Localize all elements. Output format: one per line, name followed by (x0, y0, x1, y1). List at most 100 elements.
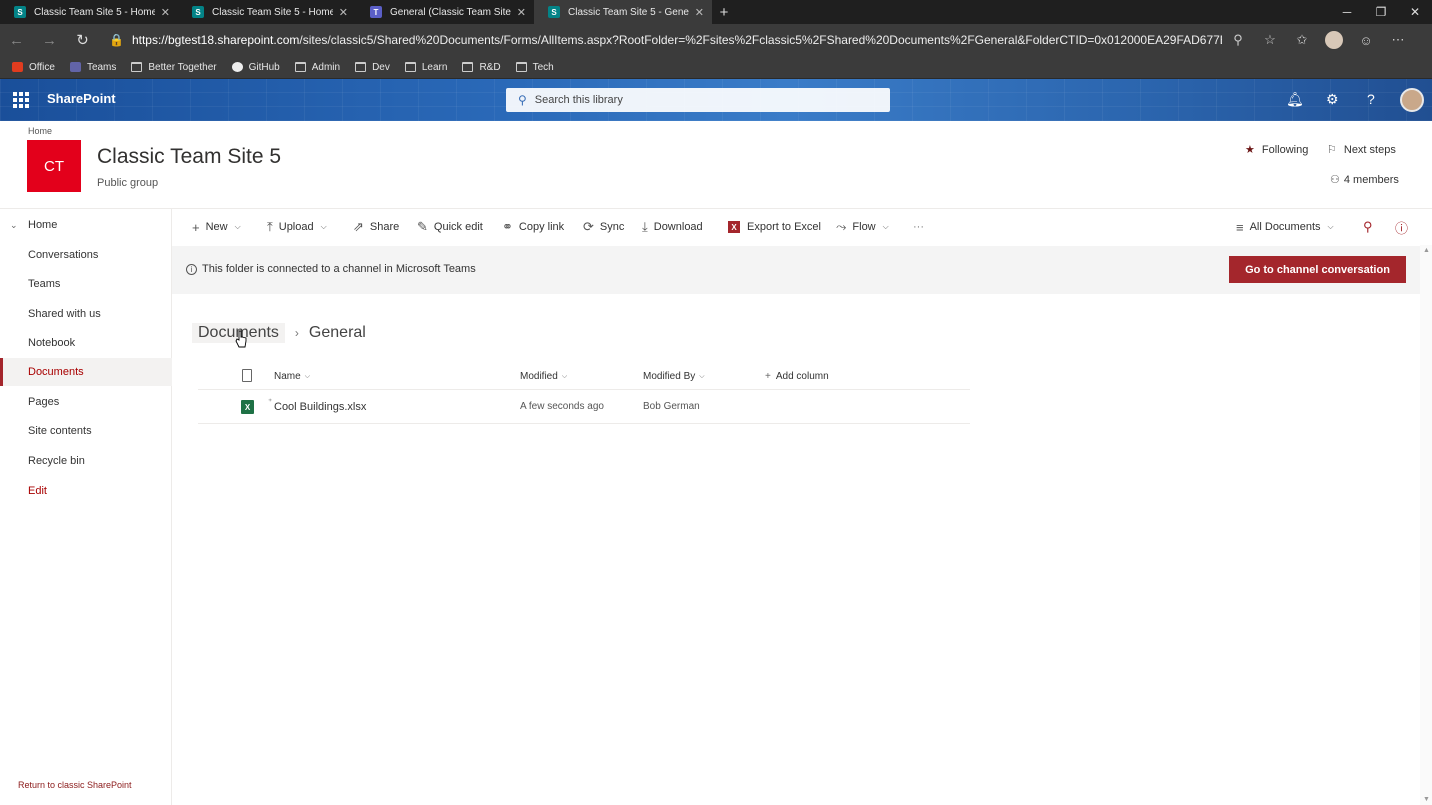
feedback-icon[interactable]: ☺ (1350, 33, 1382, 48)
favorite-star-icon[interactable]: ☆ (1254, 32, 1286, 48)
forward-icon[interactable]: → (33, 32, 66, 49)
nav-label: Pages (28, 396, 60, 408)
chevron-down-icon: ⌵ (699, 372, 705, 380)
folder-icon (462, 62, 474, 72)
column-header-modified-by[interactable]: Modified By ⌵ (643, 371, 705, 382)
members-button[interactable]: ⚇ 4 members (1330, 173, 1399, 187)
nav-item-notebook[interactable]: Notebook (0, 329, 172, 357)
bookmark-office[interactable]: Office (12, 62, 55, 73)
file-name-link[interactable]: Cool Buildings.xlsx (274, 401, 366, 413)
close-icon[interactable]: ✕ (695, 6, 704, 19)
filter-icon[interactable]: ⚲ (1363, 209, 1379, 245)
close-icon[interactable]: ✕ (161, 6, 170, 19)
bookmark-learn[interactable]: Learn (404, 62, 447, 73)
bookmark-better-together[interactable]: Better Together (131, 62, 217, 73)
following-button[interactable]: ★ Following (1245, 143, 1308, 157)
scroll-down-icon[interactable]: ▼ (1423, 796, 1430, 803)
bookmark-dev[interactable]: Dev (355, 62, 390, 73)
next-steps-button[interactable]: ⚐ Next steps (1327, 143, 1396, 157)
info-pane-icon[interactable]: ⓘ (1395, 209, 1414, 245)
url-field[interactable]: https://bgtest18.sharepoint.com/sites/cl… (132, 33, 1222, 47)
menu-icon[interactable]: ⋯ (1382, 32, 1414, 48)
bookmark-label: Tech (532, 61, 554, 73)
sharepoint-brand[interactable]: SharePoint (47, 91, 116, 106)
close-icon[interactable]: ✕ (517, 6, 526, 19)
column-header-name[interactable]: Name ⌵ (274, 371, 310, 382)
zoom-icon[interactable]: ⚲ (1222, 32, 1254, 48)
nav-item-conversations[interactable]: Conversations (0, 241, 172, 269)
table-row[interactable]: X ⁺ Cool Buildings.xlsx A few seconds ag… (198, 390, 970, 424)
app-launcher-icon[interactable] (13, 92, 29, 108)
nav-item-documents[interactable]: Documents (0, 358, 172, 386)
more-commands-button[interactable]: ··· (913, 209, 924, 245)
quick-edit-button[interactable]: ✎ Quick edit (417, 209, 483, 245)
window-close-icon[interactable]: ✕ (1398, 0, 1432, 24)
export-excel-button[interactable]: X Export to Excel (728, 209, 821, 245)
nav-item-teams[interactable]: Teams (0, 270, 172, 298)
add-column-button[interactable]: + Add column (765, 371, 829, 382)
back-icon[interactable]: ← (0, 32, 33, 49)
restore-icon[interactable]: ❐ (1364, 0, 1398, 24)
site-logo[interactable]: CT (27, 140, 81, 192)
site-breadcrumb-home[interactable]: Home (28, 126, 52, 136)
go-to-channel-button[interactable]: Go to channel conversation (1229, 256, 1406, 283)
chevron-down-icon: ⌵ (882, 222, 889, 231)
bookmark-label: GitHub (248, 61, 280, 73)
browser-tab-3[interactable]: T General (Classic Team Site 5) | M ✕ (356, 0, 534, 24)
copy-link-button[interactable]: ⚭ Copy link (502, 209, 564, 245)
sync-icon: ⟳ (583, 219, 594, 234)
nav-edit-link[interactable]: Edit (0, 477, 172, 505)
minimize-icon[interactable]: ─ (1330, 0, 1364, 24)
column-label: Modified By (643, 371, 696, 382)
link-icon: ⚭ (502, 219, 513, 234)
refresh-icon[interactable]: ↻ (66, 31, 99, 49)
profile-avatar[interactable] (1324, 31, 1343, 49)
file-type-icon[interactable] (242, 369, 252, 382)
user-avatar[interactable] (1400, 88, 1424, 112)
sync-button[interactable]: ⟳ Sync (583, 209, 624, 245)
members-label: 4 members (1343, 173, 1399, 186)
notifications-bell-icon[interactable]: 🔔︎ (1286, 91, 1304, 108)
nav-item-home[interactable]: ⌄ Home (0, 211, 172, 239)
favorites-icon[interactable]: ✩ (1286, 32, 1318, 48)
browser-tab-4-active[interactable]: S Classic Team Site 5 - General - A ✕ (534, 0, 712, 24)
folder-icon (355, 62, 367, 72)
browser-tab-1[interactable]: S Classic Team Site 5 - Home ✕ (0, 0, 178, 24)
bookmark-rd[interactable]: R&D (462, 62, 501, 73)
flag-icon: ⚐ (1327, 144, 1337, 156)
column-header-modified[interactable]: Modified ⌵ (520, 371, 567, 382)
next-steps-label: Next steps (1343, 143, 1396, 156)
nav-item-shared-with-us[interactable]: Shared with us (0, 300, 172, 328)
flow-button[interactable]: ⤳ Flow ⌵ (836, 209, 889, 245)
share-button[interactable]: ⇗ Share (353, 209, 399, 245)
flow-label: Flow (852, 221, 876, 233)
close-icon[interactable]: ✕ (339, 6, 348, 19)
bookmark-admin[interactable]: Admin (294, 62, 340, 73)
browser-tab-2[interactable]: S Classic Team Site 5 - Home ✕ (178, 0, 356, 24)
site-title[interactable]: Classic Team Site 5 (97, 145, 281, 169)
nav-item-pages[interactable]: Pages (0, 388, 172, 416)
person-icon: ⚇ (1330, 174, 1340, 186)
scroll-up-icon[interactable]: ▲ (1423, 247, 1430, 254)
chevron-down-icon[interactable]: ⌄ (10, 220, 18, 231)
view-selector[interactable]: ≡ All Documents ⌵ (1236, 209, 1334, 245)
bookmark-tech[interactable]: Tech (515, 61, 554, 73)
nav-item-site-contents[interactable]: Site contents (0, 417, 172, 445)
help-icon[interactable]: ? (1367, 91, 1375, 107)
nav-item-recycle-bin[interactable]: Recycle bin (0, 447, 172, 475)
bookmark-teams[interactable]: Teams (69, 62, 116, 73)
settings-gear-icon[interactable]: ⚙ (1326, 91, 1339, 108)
search-box[interactable]: ⚲ (506, 88, 890, 112)
vertical-scrollbar[interactable]: ▲ ▼ (1420, 245, 1432, 805)
suite-bar: SharePoint ⚲ 🔔︎ ⚙ ? (0, 79, 1432, 121)
download-button[interactable]: ⤓ Download (642, 209, 703, 245)
teams-icon (69, 62, 81, 72)
bookmark-github[interactable]: GitHub (231, 61, 280, 73)
new-button[interactable]: + New ⌵ (192, 209, 241, 245)
new-tab-button[interactable]: + (712, 0, 736, 24)
modified-by-value[interactable]: Bob German (643, 401, 700, 412)
return-classic-link[interactable]: Return to classic SharePoint (18, 780, 132, 790)
url-path: /sites/classic5/Shared%20Documents/Forms… (299, 33, 1222, 47)
upload-button[interactable]: ⤒ Upload ⌵ (267, 209, 327, 245)
search-input[interactable] (534, 94, 865, 106)
